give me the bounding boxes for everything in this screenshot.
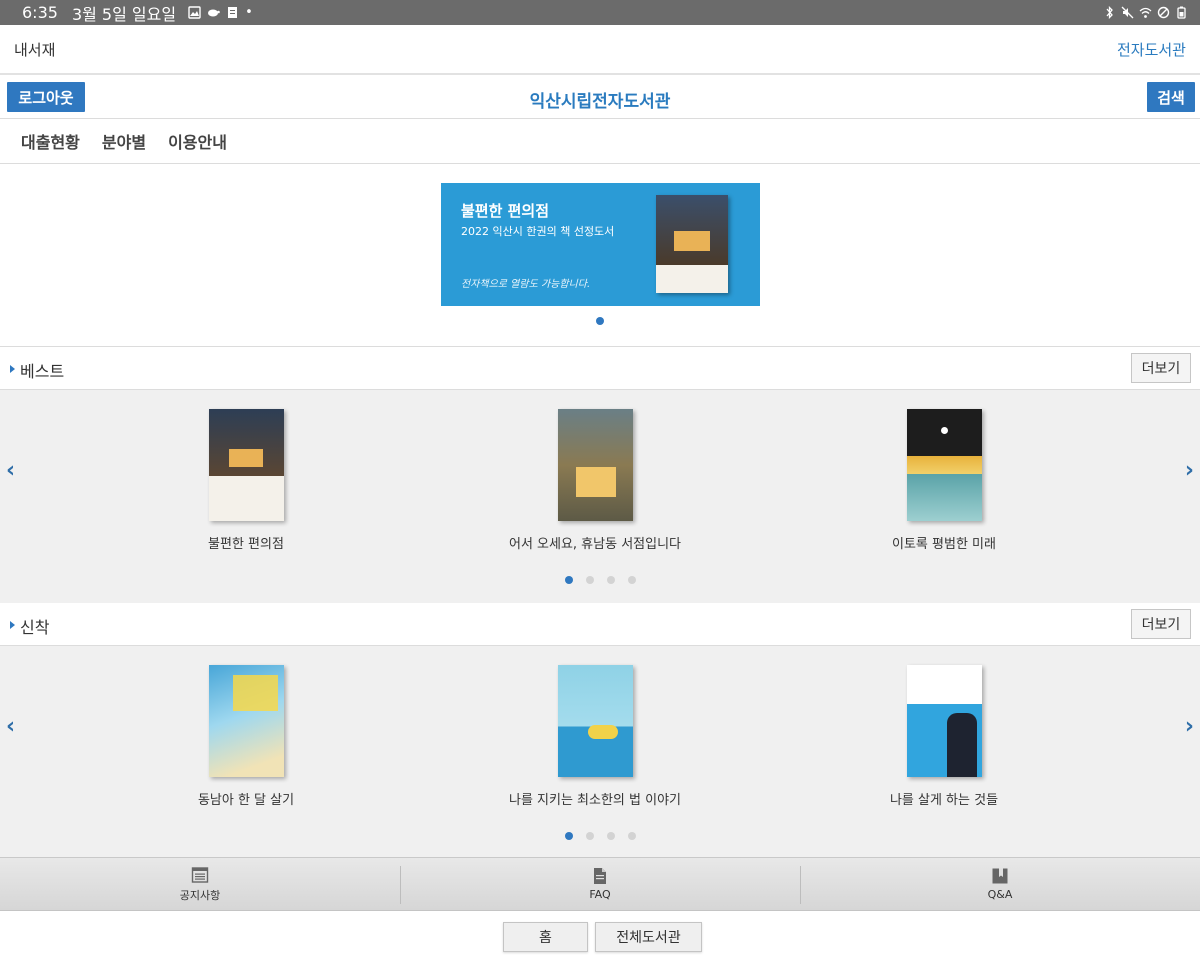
banner-title: 불편한 편의점 [461,202,550,220]
book-title[interactable]: 나를 지키는 최소한의 법 이야기 [465,789,725,808]
book-title[interactable]: 불편한 편의점 [116,533,376,552]
book-title[interactable]: 나를 살게 하는 것들 [814,789,1074,808]
home-button[interactable]: 홈 [503,922,588,952]
chevron-left-icon[interactable]: ‹ [6,458,15,483]
my-library-link[interactable]: 내서재 [14,39,55,60]
menu-item-loan-status[interactable]: 대출현황 [21,129,80,153]
triangle-bullet-icon [10,365,15,373]
mute-icon [1121,6,1134,19]
new-more-button[interactable]: 더보기 [1131,609,1191,639]
best-page-indicator [565,576,636,584]
tab-notice-label: 공지사항 [179,888,221,902]
new-page-indicator [565,832,636,840]
chevron-right-icon[interactable]: › [1185,714,1194,739]
tab-notice[interactable]: 공지사항 [0,858,400,910]
page-title: 익산시립전자도서관 [529,92,671,112]
status-time: 6:35 [22,3,58,22]
page-dot[interactable] [586,832,594,840]
book-item[interactable]: 동남아 한 달 살기 [116,665,376,808]
note-icon [228,7,238,18]
page-dot[interactable] [565,832,573,840]
footer: 홈 전체도서관 [0,911,1200,973]
triangle-bullet-icon [10,621,15,629]
tab-faq[interactable]: FAQ [400,858,800,910]
page-dot[interactable] [586,576,594,584]
book-title[interactable]: 이토록 평범한 미래 [814,533,1074,552]
best-section-title: 베스트 [20,362,65,381]
page-dot[interactable] [607,832,615,840]
book-item[interactable]: 나를 지키는 최소한의 법 이야기 [465,665,725,808]
system-icons [1103,6,1188,19]
book-item[interactable]: 불편한 편의점 [116,409,376,552]
book-title[interactable]: 동남아 한 달 살기 [116,789,376,808]
notification-icons: • [188,5,253,20]
chevron-right-icon[interactable]: › [1185,458,1194,483]
banner-note: 전자책으로 열람도 가능합니다. [461,279,591,290]
book-title[interactable]: 어서 오세요, 휴남동 서점입니다 [465,533,725,552]
status-bar: 6:35 3월 5일 일요일 • [0,0,1200,25]
app-bar: 내서재 전자도서관 [0,25,1200,75]
search-button[interactable]: 검색 [1147,82,1195,112]
chevron-left-icon[interactable]: ‹ [6,714,15,739]
battery-icon [1177,6,1186,19]
turtle-icon [208,9,220,17]
best-more-button[interactable]: 더보기 [1131,353,1191,383]
tab-qna-label: Q&A [987,888,1013,901]
best-carousel: ‹ 불편한 편의점 어서 오세요, 휴남동 서점입니다 이토록 평범한 미래 › [0,390,1200,603]
banner-page-dot[interactable] [596,317,604,325]
notice-icon [191,866,209,883]
book-cover[interactable] [557,409,633,521]
e-library-link[interactable]: 전자도서관 [1117,39,1186,60]
new-carousel: ‹ 동남아 한 달 살기 나를 지키는 최소한의 법 이야기 나를 살게 하는 … [0,646,1200,859]
page-dot[interactable] [565,576,573,584]
book-item[interactable]: 어서 오세요, 휴남동 서점입니다 [465,409,725,552]
main-menu: 대출현황 분야별 이용안내 [0,119,1200,164]
more-notifications-dot: • [245,5,253,20]
do-not-disturb-icon [1157,6,1170,19]
image-icon [188,6,201,19]
page-dot[interactable] [607,576,615,584]
page-dot[interactable] [628,832,636,840]
page-dot[interactable] [628,576,636,584]
status-date: 3월 5일 일요일 [71,4,177,24]
book-cover[interactable] [906,409,982,521]
tab-qna[interactable]: Q&A [800,858,1200,910]
menu-item-categories[interactable]: 분야별 [102,129,146,153]
book-cover[interactable] [208,409,284,521]
promo-banner[interactable]: 불편한 편의점 2022 익산시 한권의 책 선정도서 전자책으로 열람도 가능… [441,183,760,306]
new-section-title: 신착 [20,618,50,637]
banner-book-cover [656,195,728,293]
banner-subtitle: 2022 익산시 한권의 책 선정도서 [461,225,615,238]
all-libraries-button[interactable]: 전체도서관 [595,922,702,952]
book-item[interactable]: 나를 살게 하는 것들 [814,665,1074,808]
document-icon [594,868,606,884]
book-cover[interactable] [906,665,982,777]
wifi-icon [1139,7,1152,18]
book-item[interactable]: 이토록 평범한 미래 [814,409,1074,552]
title-bar: 로그아웃 익산시립전자도서관 검색 [0,76,1200,119]
best-section-header: 베스트 더보기 [0,347,1200,390]
book-cover[interactable] [208,665,284,777]
book-icon [992,868,1008,884]
book-cover[interactable] [557,665,633,777]
menu-item-guide[interactable]: 이용안내 [168,129,227,153]
tab-faq-label: FAQ [589,888,611,901]
bottom-tab-bar: 공지사항 FAQ Q&A [0,857,1200,911]
bluetooth-icon [1106,6,1113,19]
banner-section: 불편한 편의점 2022 익산시 한권의 책 선정도서 전자책으로 열람도 가능… [0,164,1200,347]
new-section-header: 신착 더보기 [0,603,1200,646]
